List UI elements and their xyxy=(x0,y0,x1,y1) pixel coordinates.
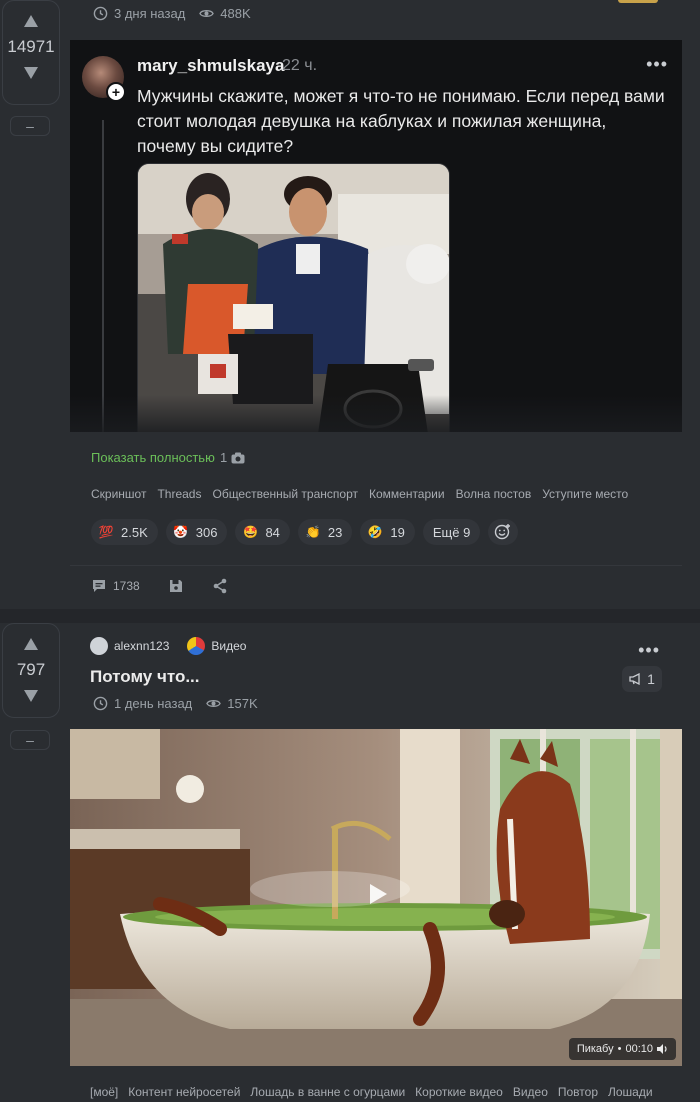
play-icon[interactable] xyxy=(362,879,392,909)
minus-label: – xyxy=(26,118,34,134)
photo-count: 1 xyxy=(220,450,245,465)
camera-icon xyxy=(231,452,245,463)
reaction-count: 19 xyxy=(390,524,405,540)
post2-more-icon[interactable]: ••• xyxy=(638,640,660,661)
author-avatar[interactable] xyxy=(90,637,108,655)
community-name[interactable]: Видео xyxy=(211,639,246,653)
reaction-star-eyes[interactable]: 🤩 84 xyxy=(235,519,290,545)
reaction-100[interactable]: 💯 2.5K xyxy=(91,519,158,545)
thread-fade xyxy=(70,395,682,432)
tag[interactable]: Общественный транспорт xyxy=(212,487,358,501)
more-icon: ••• xyxy=(646,54,668,74)
community-avatar[interactable] xyxy=(187,637,206,655)
reactions-row: 💯 2.5K 🤡 306 🤩 84 👏 23 🤣 19 Ещё 9 xyxy=(91,519,519,545)
post2-meta: 1 день назад 157K xyxy=(93,696,258,711)
post1-tags: Скриншот Threads Общественный транспорт … xyxy=(91,487,628,501)
video-duration: 00:10 xyxy=(625,1043,653,1055)
upvote-icon[interactable] xyxy=(20,636,42,652)
author-name[interactable]: alexnn123 xyxy=(114,639,169,653)
video-preview[interactable]: Пикабу • 00:10 xyxy=(70,729,682,1066)
downvote-icon[interactable] xyxy=(20,65,42,81)
save-icon xyxy=(169,580,182,592)
subway-photo xyxy=(137,163,450,432)
video-source: Пикабу xyxy=(576,1043,614,1055)
emoji-100-icon: 💯 xyxy=(98,525,114,539)
post1-rating: 14971 xyxy=(7,37,55,56)
reaction-count: 23 xyxy=(327,524,343,540)
post1-meta: 3 дня назад 488K xyxy=(93,6,251,21)
post2-tags: [моё] Контент нейросетей Лошадь в ванне … xyxy=(90,1085,653,1099)
add-emoji-icon xyxy=(495,524,511,540)
post2-title[interactable]: Потому что... xyxy=(90,667,200,687)
clock-icon xyxy=(93,6,108,21)
downvote-icon[interactable] xyxy=(20,688,42,704)
post2-rating: 797 xyxy=(16,660,46,679)
thread-username: mary_shmulskaya xyxy=(137,56,285,75)
reactions-more-label: Ещё 9 xyxy=(432,524,471,540)
post2-author-row: alexnn123 Видео xyxy=(90,637,246,655)
show-full-link[interactable]: Показать полностью xyxy=(91,450,215,465)
eye-icon xyxy=(199,10,215,17)
upvote-icon[interactable] xyxy=(20,13,42,29)
tag[interactable]: Комментарии xyxy=(369,487,445,501)
tag[interactable]: Лошади xyxy=(608,1085,653,1099)
follow-plus-icon: + xyxy=(106,82,126,102)
add-reaction-button[interactable] xyxy=(488,519,519,545)
share-icon xyxy=(213,578,227,594)
post1-footer: 1738 xyxy=(91,578,228,594)
reaction-count: 306 xyxy=(195,524,218,540)
emoji-clap-icon: 👏 xyxy=(305,525,321,539)
post1-vote-rail: 14971 xyxy=(2,0,60,105)
dot-separator: • xyxy=(617,1043,622,1055)
footer-divider xyxy=(70,565,682,566)
comment-icon xyxy=(93,580,105,592)
post-views: 488K xyxy=(220,6,251,21)
reaction-count: 84 xyxy=(265,524,280,540)
reaction-count: 2.5K xyxy=(121,524,148,540)
tag[interactable]: Скриншот xyxy=(91,487,146,501)
tag[interactable]: Волна постов xyxy=(456,487,532,501)
comments-count: 1738 xyxy=(113,579,140,593)
reaction-clap[interactable]: 👏 23 xyxy=(297,519,353,545)
emoji-rofl-icon: 🤣 xyxy=(367,525,383,539)
tag[interactable]: Видео xyxy=(513,1085,548,1099)
thread-screenshot[interactable]: + mary_shmulskaya 22 ч. ••• Мужчины скаж… xyxy=(70,40,682,432)
comments-button[interactable]: 1738 xyxy=(91,578,140,594)
top-right-badge xyxy=(618,0,658,3)
community-badge[interactable]: 1 xyxy=(622,666,662,692)
post1-hide-button[interactable]: – xyxy=(10,116,50,136)
share-button[interactable] xyxy=(212,578,228,594)
post2-vote-rail: 797 xyxy=(2,623,60,718)
reaction-rofl[interactable]: 🤣 19 xyxy=(360,519,415,545)
photo-count-value: 1 xyxy=(220,450,228,465)
eye-icon xyxy=(206,700,222,707)
community-count: 1 xyxy=(647,671,655,687)
clock-icon xyxy=(93,696,108,711)
save-button[interactable] xyxy=(168,578,184,594)
tag[interactable]: [моё] xyxy=(90,1085,118,1099)
thread-line xyxy=(102,120,104,432)
post-views: 157K xyxy=(227,696,258,711)
post2-hide-button[interactable]: – xyxy=(10,730,50,750)
reaction-clown[interactable]: 🤡 306 xyxy=(165,519,228,545)
post-separator xyxy=(0,609,700,623)
tag[interactable]: Лошадь в ванне с огурцами xyxy=(250,1085,405,1099)
post-age: 1 день назад xyxy=(114,696,193,711)
emoji-clown-icon: 🤡 xyxy=(173,525,189,539)
megaphone-icon xyxy=(629,673,640,685)
tag[interactable]: Уступите место xyxy=(542,487,628,501)
thread-text: Мужчины скажите, может я что-то не поним… xyxy=(137,86,665,156)
tag[interactable]: Threads xyxy=(157,487,201,501)
tag[interactable]: Контент нейросетей xyxy=(128,1085,240,1099)
tag[interactable]: Повтор xyxy=(558,1085,598,1099)
reactions-more-button[interactable]: Ещё 9 xyxy=(422,519,481,545)
video-badge: Пикабу • 00:10 xyxy=(568,1038,676,1060)
volume-icon[interactable] xyxy=(657,1044,668,1054)
thread-time: 22 ч. xyxy=(282,57,318,74)
minus-label: – xyxy=(26,732,34,748)
emoji-star-eyes-icon: 🤩 xyxy=(242,525,258,539)
post-age: 3 дня назад xyxy=(114,6,186,21)
tag[interactable]: Короткие видео xyxy=(415,1085,503,1099)
